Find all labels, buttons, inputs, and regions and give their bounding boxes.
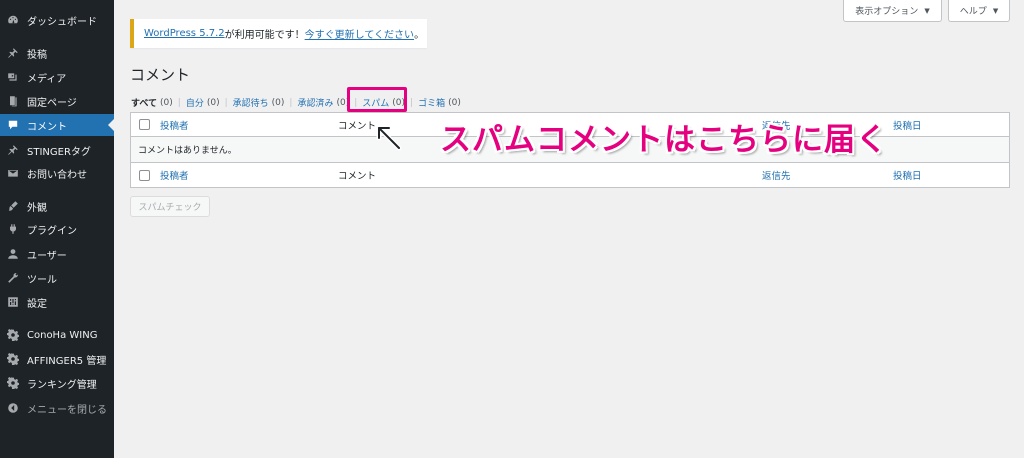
sidebar-item-affinger5[interactable]: AFFINGER5 管理 (0, 348, 114, 370)
sidebar-item-ranking[interactable]: ランキング管理 (0, 372, 114, 394)
sidebar-item-users[interactable]: ユーザー (0, 243, 114, 265)
filter-label: 自分 (185, 99, 204, 109)
gear-icon (6, 352, 20, 366)
sidebar-item-tools[interactable]: ツール (0, 267, 114, 289)
media-icon (6, 70, 20, 84)
spam-check-button[interactable]: スパムチェック (130, 196, 210, 217)
column-in-response-to[interactable]: 返信先 (762, 168, 791, 182)
sidebar-item-appearance[interactable]: 外観 (0, 195, 114, 217)
sidebar-item-stinger-tags[interactable]: STINGERタグ (0, 139, 114, 161)
notice-text-end: 。 (414, 30, 425, 41)
filter-trash[interactable]: ゴミ箱 (0) (418, 96, 461, 110)
gear-icon (6, 376, 20, 390)
filter-separator: | (177, 97, 181, 108)
sidebar-item-label: 投稿 (27, 49, 47, 61)
help-button[interactable]: ヘルプ ▼ (948, 0, 1010, 22)
collapse-menu-button[interactable]: メニューを閉じる (0, 397, 114, 419)
sidebar-item-label: メディア (27, 73, 67, 85)
sidebar-item-label: AFFINGER5 管理 (27, 355, 107, 367)
wrench-icon (6, 271, 20, 285)
select-all-checkbox-footer[interactable] (139, 169, 150, 181)
sidebar-item-comments[interactable]: コメント (0, 114, 114, 136)
comment-status-filters: すべて (0) | 自分 (0) | 承認待ち (0) | 承認済み (0) | スパム… (131, 96, 461, 110)
sidebar-item-contact[interactable]: お問い合わせ (0, 162, 114, 184)
user-icon (6, 247, 20, 261)
filter-separator: | (289, 97, 293, 108)
filter-count: (0) (448, 97, 461, 108)
filter-label: 承認済み (297, 99, 334, 109)
sidebar-item-conoha-wing[interactable]: ConoHa WING (0, 324, 114, 346)
sidebar-item-posts[interactable]: 投稿 (0, 42, 114, 64)
filter-count: (0) (271, 97, 285, 108)
update-notice: WordPress 5.7.2 が利用可能です！ 今すぐ更新してください 。 (130, 19, 427, 48)
version-link[interactable]: WordPress 5.7.2 (144, 28, 225, 39)
caret-down-icon: ▼ (924, 6, 930, 15)
notice-text: が利用可能です！ (224, 30, 305, 41)
sidebar-item-label: 設定 (27, 298, 47, 310)
sidebar-item-plugins[interactable]: プラグイン (0, 218, 114, 240)
filter-separator: | (224, 97, 228, 108)
annotation-arrow-icon (376, 125, 402, 151)
filter-count: (0) (206, 97, 220, 108)
sidebar-item-label: ConoHa WING (27, 329, 98, 341)
sidebar-item-settings[interactable]: 設定 (0, 291, 114, 313)
sidebar-item-label: ダッシュボード (27, 16, 97, 28)
pin-icon (6, 46, 20, 60)
sidebar-item-label: コメント (27, 121, 67, 133)
spam-highlight-box (347, 87, 407, 112)
column-author[interactable]: 投稿者 (160, 118, 189, 132)
filter-label: ゴミ箱 (418, 99, 446, 109)
settings-icon (6, 295, 20, 309)
page-title: コメント (130, 66, 191, 84)
annotation-text: スパムコメントはこちらに届く (440, 122, 888, 158)
sidebar-item-label: ユーザー (27, 250, 67, 262)
page-icon (6, 94, 20, 108)
sidebar-item-label: 外観 (27, 202, 47, 214)
screen-options-label: 表示オプション (855, 7, 919, 17)
filter-count: (0) (160, 97, 173, 108)
filter-separator: | (410, 97, 414, 108)
collapse-icon (6, 401, 20, 415)
sidebar-item-label: 固定ページ (27, 97, 77, 109)
update-now-link[interactable]: 今すぐ更新してください (305, 26, 414, 41)
table-footer-row: 投稿者 コメント 返信先 投稿日 (131, 162, 1009, 187)
sidebar-item-label: お問い合わせ (27, 169, 87, 181)
column-author[interactable]: 投稿者 (160, 168, 189, 182)
sidebar-item-label: STINGERタグ (27, 146, 91, 158)
pin-icon (6, 143, 20, 157)
select-all-checkbox[interactable] (139, 119, 150, 130)
sidebar-item-label: ツール (27, 274, 57, 286)
mail-icon (6, 166, 20, 180)
filter-label: すべて (131, 99, 158, 109)
dashboard-icon (6, 13, 20, 27)
comment-icon (6, 118, 20, 132)
sidebar-item-label: ランキング管理 (27, 379, 97, 391)
help-label: ヘルプ (959, 7, 987, 17)
sidebar-item-pages[interactable]: 固定ページ (0, 90, 114, 112)
filter-mine[interactable]: 自分 (0) (185, 96, 220, 110)
sidebar-item-label: プラグイン (27, 225, 77, 237)
screen-options-button[interactable]: 表示オプション ▼ (843, 0, 942, 22)
column-submitted-on[interactable]: 投稿日 (893, 168, 922, 182)
column-submitted-on[interactable]: 投稿日 (893, 118, 922, 132)
gear-icon (6, 328, 20, 342)
sidebar-item-dashboard[interactable]: ダッシュボード (0, 9, 114, 31)
sidebar-item-media[interactable]: メディア (0, 66, 114, 88)
sidebar-item-label: メニューを閉じる (27, 404, 107, 416)
filter-approved[interactable]: 承認済み (0) (297, 96, 349, 110)
filter-pending[interactable]: 承認待ち (0) (232, 96, 285, 110)
filter-all[interactable]: すべて (0) (131, 96, 173, 110)
admin-sidebar: ダッシュボード 投稿 メディア 固定ページ コメント STINGERタグ お問い… (0, 0, 114, 458)
empty-message: コメントはありません。 (138, 146, 237, 156)
plugin-icon (6, 222, 20, 236)
caret-down-icon: ▼ (992, 6, 999, 15)
brush-icon (6, 199, 20, 213)
filter-label: 承認待ち (232, 99, 269, 109)
column-comment: コメント (338, 171, 377, 182)
